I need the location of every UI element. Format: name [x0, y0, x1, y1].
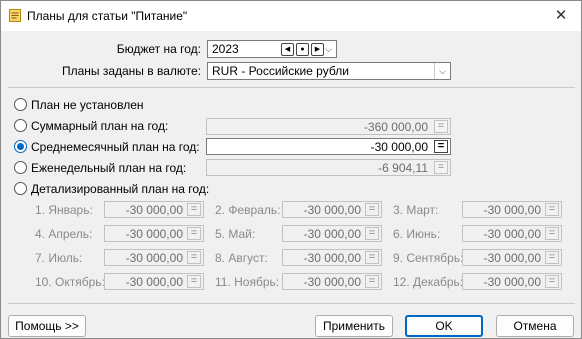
close-button[interactable]: ✕ — [541, 1, 581, 31]
currency-select[interactable]: RUR - Российские рубли ⌵ — [207, 62, 451, 80]
calculator-icon[interactable]: = — [187, 275, 201, 288]
currency-value: RUR - Российские рубли — [212, 64, 349, 78]
current-year-icon[interactable]: ● — [296, 43, 309, 56]
radio-plan-detailed[interactable] — [14, 182, 27, 195]
plan-none-label[interactable]: План не установлен — [31, 98, 144, 112]
budget-year-label: Бюджет на год: — [116, 42, 201, 56]
calculator-icon[interactable]: = — [187, 227, 201, 240]
calculator-icon[interactable]: = — [187, 203, 201, 216]
budget-year-field[interactable]: 2023 ◀ ● ▶ — [207, 40, 337, 58]
calculator-icon[interactable]: = — [365, 227, 379, 240]
month-label-jan: 1. Январь: — [35, 203, 93, 217]
calculator-icon[interactable]: = — [434, 140, 448, 153]
calculator-icon[interactable]: = — [187, 251, 201, 264]
month-label-sep: 9. Сентябрь: — [393, 251, 464, 265]
calculator-icon[interactable]: = — [545, 227, 559, 240]
month-value-jan: -30 000,00 — [125, 203, 183, 217]
plan-weekly-label[interactable]: Еженедельный план на год: — [31, 161, 186, 175]
month-label-apr: 4. Апрель: — [35, 227, 93, 241]
month-label-mar: 3. Март: — [393, 203, 439, 217]
month-field-jul[interactable]: -30 000,00 = — [104, 249, 204, 266]
calculator-icon[interactable]: = — [365, 251, 379, 264]
month-label-may: 5. Май: — [215, 227, 256, 241]
calculator-icon[interactable]: = — [545, 203, 559, 216]
separator-bottom — [8, 303, 575, 304]
total-plan-field[interactable]: -360 000,00 = — [206, 118, 451, 135]
weekly-plan-value: -6 904,11 — [378, 161, 428, 175]
cancel-button[interactable]: Отмена — [496, 315, 574, 337]
calculator-icon[interactable]: = — [434, 120, 448, 133]
radio-plan-total[interactable] — [14, 119, 27, 132]
month-value-nov: -30 000,00 — [303, 275, 361, 289]
budget-year-value: 2023 — [212, 42, 239, 56]
month-value-jul: -30 000,00 — [125, 251, 183, 265]
weekly-plan-field[interactable]: -6 904,11 = — [206, 159, 451, 176]
radio-plan-weekly[interactable] — [14, 161, 27, 174]
month-label-nov: 11. Ноябрь: — [215, 275, 280, 289]
month-field-oct[interactable]: -30 000,00 = — [104, 273, 204, 290]
month-field-nov[interactable]: -30 000,00 = — [282, 273, 382, 290]
month-label-dec: 12. Декабрь: — [393, 275, 464, 289]
month-field-jan[interactable]: -30 000,00 = — [104, 201, 204, 218]
month-value-jun: -30 000,00 — [483, 227, 541, 241]
apply-button[interactable]: Применить — [315, 315, 393, 337]
window-title: Планы для статьи "Питание" — [27, 9, 188, 23]
month-value-aug: -30 000,00 — [303, 251, 361, 265]
month-field-sep[interactable]: -30 000,00 = — [462, 249, 562, 266]
month-field-apr[interactable]: -30 000,00 = — [104, 225, 204, 242]
radio-plan-none[interactable] — [14, 98, 27, 111]
month-value-sep: -30 000,00 — [483, 251, 541, 265]
currency-label: Планы заданы в валюте: — [61, 64, 201, 78]
prev-year-icon[interactable]: ◀ — [281, 43, 294, 56]
total-plan-value: -360 000,00 — [363, 120, 428, 134]
month-value-may: -30 000,00 — [303, 227, 361, 241]
month-label-jul: 7. Июль: — [35, 251, 83, 265]
month-value-mar: -30 000,00 — [483, 203, 541, 217]
month-label-feb: 2. Февраль: — [215, 203, 281, 217]
month-label-jun: 6. Июнь: — [393, 227, 441, 241]
month-field-mar[interactable]: -30 000,00 = — [462, 201, 562, 218]
monthly-plan-value: -30 000,00 — [370, 140, 428, 154]
month-value-dec: -30 000,00 — [483, 275, 541, 289]
year-dropdown-icon[interactable]: ⌵ — [322, 41, 335, 57]
calculator-icon[interactable]: = — [365, 203, 379, 216]
calculator-icon[interactable]: = — [365, 275, 379, 288]
dialog-window: Планы для статьи "Питание" ✕ Бюджет на г… — [0, 0, 582, 339]
plan-detailed-label[interactable]: Детализированный план на год: — [31, 182, 209, 196]
chevron-down-icon: ⌵ — [434, 63, 450, 79]
month-label-oct: 10. Октябрь: — [35, 275, 105, 289]
title-bar: Планы для статьи "Питание" ✕ — [1, 1, 581, 31]
help-button[interactable]: Помощь >> — [8, 315, 86, 337]
month-field-jun[interactable]: -30 000,00 = — [462, 225, 562, 242]
separator-top — [8, 87, 575, 88]
month-value-feb: -30 000,00 — [303, 203, 361, 217]
month-field-feb[interactable]: -30 000,00 = — [282, 201, 382, 218]
calculator-icon[interactable]: = — [545, 275, 559, 288]
month-label-aug: 8. Август: — [215, 251, 268, 265]
plan-monthly-label[interactable]: Среднемесячный план на год: — [31, 140, 200, 154]
calculator-icon[interactable]: = — [545, 251, 559, 264]
document-icon — [9, 9, 21, 22]
month-value-apr: -30 000,00 — [125, 227, 183, 241]
calculator-icon[interactable]: = — [434, 161, 448, 174]
close-icon: ✕ — [554, 7, 568, 24]
ok-button[interactable]: OK — [405, 315, 483, 337]
month-field-aug[interactable]: -30 000,00 = — [282, 249, 382, 266]
radio-plan-monthly[interactable] — [14, 140, 27, 153]
plan-total-label[interactable]: Суммарный план на год: — [31, 119, 168, 133]
month-field-dec[interactable]: -30 000,00 = — [462, 273, 562, 290]
month-field-may[interactable]: -30 000,00 = — [282, 225, 382, 242]
monthly-plan-field[interactable]: -30 000,00 = — [206, 138, 451, 155]
month-value-oct: -30 000,00 — [125, 275, 183, 289]
